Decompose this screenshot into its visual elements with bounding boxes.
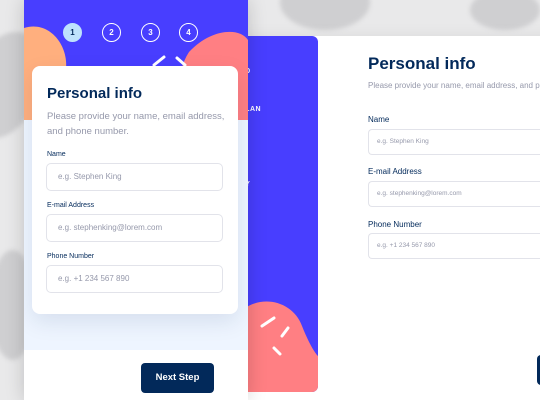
desktop-name-input[interactable]: e.g. Stephen King [368, 129, 540, 155]
email-input[interactable]: e.g. stephenking@lorem.com [46, 214, 223, 242]
next-step-button[interactable]: Next Step [141, 363, 214, 393]
desktop-email-input[interactable]: e.g. stephenking@lorem.com [368, 181, 540, 207]
phone-label: Phone Number [47, 253, 95, 260]
mobile-screen: 1 2 3 4 Personal info Please provide you… [24, 0, 248, 400]
mobile-footer [24, 350, 248, 400]
email-label: E-mail Address [47, 202, 95, 209]
desktop-phone-label: Phone Number [368, 220, 422, 229]
desktop-name-label: Name [368, 115, 390, 124]
personal-info-card: Personal info Please provide your name, … [32, 66, 238, 314]
desktop-page-title: Personal info [368, 54, 476, 73]
page-subtitle: Please provide your name, email address,… [47, 111, 225, 137]
desktop-phone-input[interactable]: e.g. +1 234 567 890 [368, 233, 540, 259]
desktop-email-label: E-mail Address [368, 167, 422, 176]
page-title: Personal info [47, 85, 143, 102]
name-label: Name [47, 151, 66, 158]
desktop-main: Personal info Please provide your name, … [368, 36, 540, 400]
step-indicator-2[interactable]: 2 [102, 23, 121, 42]
step-indicator-3[interactable]: 3 [141, 23, 160, 42]
step-indicator-4[interactable]: 4 [179, 23, 198, 42]
desktop-page-subtitle: Please provide your name, email address,… [368, 81, 540, 90]
name-input[interactable]: e.g. Stephen King [46, 163, 223, 191]
step-indicator-1[interactable]: 1 [63, 23, 82, 42]
bg-shape [470, 0, 540, 30]
phone-input[interactable]: e.g. +1 234 567 890 [46, 265, 223, 293]
bg-shape [280, 0, 370, 30]
